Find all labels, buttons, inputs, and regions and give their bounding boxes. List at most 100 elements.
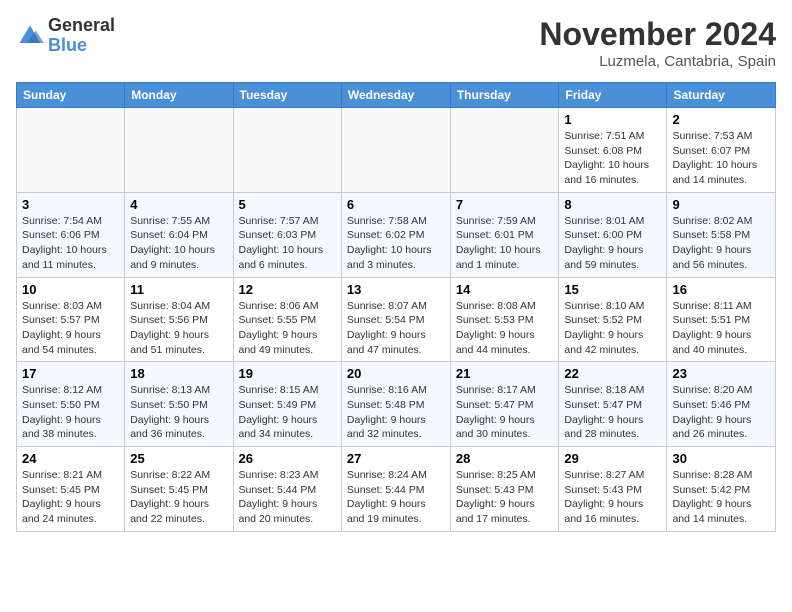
- day-info: Sunrise: 8:06 AM Sunset: 5:55 PM Dayligh…: [239, 299, 336, 358]
- day-number: 14: [456, 282, 554, 297]
- calendar-cell: 28 Sunrise: 8:25 AM Sunset: 5:43 PM Dayli…: [450, 447, 559, 532]
- day-info: Sunrise: 8:16 AM Sunset: 5:48 PM Dayligh…: [347, 383, 445, 442]
- calendar-cell: 24 Sunrise: 8:21 AM Sunset: 5:45 PM Dayli…: [17, 447, 125, 532]
- day-info: Sunrise: 8:17 AM Sunset: 5:47 PM Dayligh…: [456, 383, 554, 442]
- day-info: Sunrise: 8:02 AM Sunset: 5:58 PM Dayligh…: [672, 214, 770, 273]
- calendar-cell: 17 Sunrise: 8:12 AM Sunset: 5:50 PM Dayli…: [17, 362, 125, 447]
- weekday-header-wednesday: Wednesday: [341, 83, 450, 108]
- day-info: Sunrise: 7:54 AM Sunset: 6:06 PM Dayligh…: [22, 214, 119, 273]
- calendar-cell: 1Sunrise: 7:51 AM Sunset: 6:08 PM Daylig…: [559, 108, 667, 193]
- calendar-cell: [450, 108, 559, 193]
- day-info: Sunrise: 8:12 AM Sunset: 5:50 PM Dayligh…: [22, 383, 119, 442]
- day-info: Sunrise: 8:25 AM Sunset: 5:43 PM Dayligh…: [456, 468, 554, 527]
- day-number: 23: [672, 366, 770, 381]
- day-info: Sunrise: 8:20 AM Sunset: 5:46 PM Dayligh…: [672, 383, 770, 442]
- day-number: 2: [672, 112, 770, 127]
- day-number: 26: [239, 451, 336, 466]
- title-section: November 2024 Luzmela, Cantabria, Spain: [539, 16, 776, 70]
- weekday-header-thursday: Thursday: [450, 83, 559, 108]
- day-number: 24: [22, 451, 119, 466]
- day-number: 1: [564, 112, 661, 127]
- day-number: 30: [672, 451, 770, 466]
- day-number: 12: [239, 282, 336, 297]
- day-info: Sunrise: 7:57 AM Sunset: 6:03 PM Dayligh…: [239, 214, 336, 273]
- weekday-header-saturday: Saturday: [667, 83, 776, 108]
- day-number: 18: [130, 366, 227, 381]
- day-info: Sunrise: 8:07 AM Sunset: 5:54 PM Dayligh…: [347, 299, 445, 358]
- day-number: 25: [130, 451, 227, 466]
- day-number: 3: [22, 197, 119, 212]
- day-number: 16: [672, 282, 770, 297]
- calendar-week-1: 1Sunrise: 7:51 AM Sunset: 6:08 PM Daylig…: [17, 108, 776, 193]
- day-info: Sunrise: 7:58 AM Sunset: 6:02 PM Dayligh…: [347, 214, 445, 273]
- calendar-cell: 10Sunrise: 8:03 AM Sunset: 5:57 PM Dayli…: [17, 277, 125, 362]
- day-info: Sunrise: 8:01 AM Sunset: 6:00 PM Dayligh…: [564, 214, 661, 273]
- day-info: Sunrise: 8:23 AM Sunset: 5:44 PM Dayligh…: [239, 468, 336, 527]
- calendar-cell: 4Sunrise: 7:55 AM Sunset: 6:04 PM Daylig…: [125, 192, 233, 277]
- calendar-week-2: 3 Sunrise: 7:54 AM Sunset: 6:06 PM Daylig…: [17, 192, 776, 277]
- day-number: 17: [22, 366, 119, 381]
- calendar-cell: 26 Sunrise: 8:23 AM Sunset: 5:44 PM Dayli…: [233, 447, 341, 532]
- calendar-cell: 7Sunrise: 7:59 AM Sunset: 6:01 PM Daylig…: [450, 192, 559, 277]
- day-number: 9: [672, 197, 770, 212]
- calendar-cell: [233, 108, 341, 193]
- day-info: Sunrise: 8:11 AM Sunset: 5:51 PM Dayligh…: [672, 299, 770, 358]
- calendar-cell: 2 Sunrise: 7:53 AM Sunset: 6:07 PM Daylig…: [667, 108, 776, 193]
- weekday-header-tuesday: Tuesday: [233, 83, 341, 108]
- calendar-cell: 14Sunrise: 8:08 AM Sunset: 5:53 PM Dayli…: [450, 277, 559, 362]
- calendar-cell: 23 Sunrise: 8:20 AM Sunset: 5:46 PM Dayli…: [667, 362, 776, 447]
- calendar-week-3: 10Sunrise: 8:03 AM Sunset: 5:57 PM Dayli…: [17, 277, 776, 362]
- day-info: Sunrise: 8:22 AM Sunset: 5:45 PM Dayligh…: [130, 468, 227, 527]
- day-number: 27: [347, 451, 445, 466]
- day-info: Sunrise: 8:24 AM Sunset: 5:44 PM Dayligh…: [347, 468, 445, 527]
- day-number: 10: [22, 282, 119, 297]
- calendar-week-4: 17 Sunrise: 8:12 AM Sunset: 5:50 PM Dayli…: [17, 362, 776, 447]
- calendar-cell: 19Sunrise: 8:15 AM Sunset: 5:49 PM Dayli…: [233, 362, 341, 447]
- day-number: 6: [347, 197, 445, 212]
- day-number: 28: [456, 451, 554, 466]
- calendar-cell: 16 Sunrise: 8:11 AM Sunset: 5:51 PM Dayli…: [667, 277, 776, 362]
- calendar-cell: 20 Sunrise: 8:16 AM Sunset: 5:48 PM Dayli…: [341, 362, 450, 447]
- day-number: 29: [564, 451, 661, 466]
- day-info: Sunrise: 7:55 AM Sunset: 6:04 PM Dayligh…: [130, 214, 227, 273]
- day-info: Sunrise: 8:13 AM Sunset: 5:50 PM Dayligh…: [130, 383, 227, 442]
- calendar-cell: 15 Sunrise: 8:10 AM Sunset: 5:52 PM Dayli…: [559, 277, 667, 362]
- calendar-cell: [125, 108, 233, 193]
- location: Luzmela, Cantabria, Spain: [539, 53, 776, 70]
- day-info: Sunrise: 7:53 AM Sunset: 6:07 PM Dayligh…: [672, 129, 770, 188]
- calendar-cell: 22 Sunrise: 8:18 AM Sunset: 5:47 PM Dayli…: [559, 362, 667, 447]
- calendar-table: SundayMondayTuesdayWednesdayThursdayFrid…: [16, 82, 776, 532]
- calendar-cell: 3 Sunrise: 7:54 AM Sunset: 6:06 PM Daylig…: [17, 192, 125, 277]
- day-number: 5: [239, 197, 336, 212]
- calendar-cell: 6 Sunrise: 7:58 AM Sunset: 6:02 PM Daylig…: [341, 192, 450, 277]
- day-info: Sunrise: 8:15 AM Sunset: 5:49 PM Dayligh…: [239, 383, 336, 442]
- logo: General Blue: [16, 16, 115, 56]
- day-number: 8: [564, 197, 661, 212]
- calendar-cell: 13Sunrise: 8:07 AM Sunset: 5:54 PM Dayli…: [341, 277, 450, 362]
- logo-icon: [16, 22, 44, 50]
- calendar-cell: 12 Sunrise: 8:06 AM Sunset: 5:55 PM Dayli…: [233, 277, 341, 362]
- calendar-cell: 8 Sunrise: 8:01 AM Sunset: 6:00 PM Daylig…: [559, 192, 667, 277]
- weekday-header-sunday: Sunday: [17, 83, 125, 108]
- calendar-cell: [17, 108, 125, 193]
- calendar-cell: 29 Sunrise: 8:27 AM Sunset: 5:43 PM Dayli…: [559, 447, 667, 532]
- calendar-cell: 9 Sunrise: 8:02 AM Sunset: 5:58 PM Daylig…: [667, 192, 776, 277]
- day-info: Sunrise: 8:27 AM Sunset: 5:43 PM Dayligh…: [564, 468, 661, 527]
- day-info: Sunrise: 8:18 AM Sunset: 5:47 PM Dayligh…: [564, 383, 661, 442]
- day-number: 11: [130, 282, 227, 297]
- day-info: Sunrise: 8:10 AM Sunset: 5:52 PM Dayligh…: [564, 299, 661, 358]
- calendar-cell: [341, 108, 450, 193]
- calendar-cell: 5 Sunrise: 7:57 AM Sunset: 6:03 PM Daylig…: [233, 192, 341, 277]
- day-number: 15: [564, 282, 661, 297]
- day-info: Sunrise: 7:59 AM Sunset: 6:01 PM Dayligh…: [456, 214, 554, 273]
- calendar-week-5: 24 Sunrise: 8:21 AM Sunset: 5:45 PM Dayli…: [17, 447, 776, 532]
- weekday-header-monday: Monday: [125, 83, 233, 108]
- calendar-cell: 18 Sunrise: 8:13 AM Sunset: 5:50 PM Dayli…: [125, 362, 233, 447]
- day-number: 20: [347, 366, 445, 381]
- day-info: Sunrise: 8:21 AM Sunset: 5:45 PM Dayligh…: [22, 468, 119, 527]
- calendar-cell: 11Sunrise: 8:04 AM Sunset: 5:56 PM Dayli…: [125, 277, 233, 362]
- day-number: 22: [564, 366, 661, 381]
- calendar-cell: 25 Sunrise: 8:22 AM Sunset: 5:45 PM Dayli…: [125, 447, 233, 532]
- logo-general: General: [48, 16, 115, 36]
- weekday-header-row: SundayMondayTuesdayWednesdayThursdayFrid…: [17, 83, 776, 108]
